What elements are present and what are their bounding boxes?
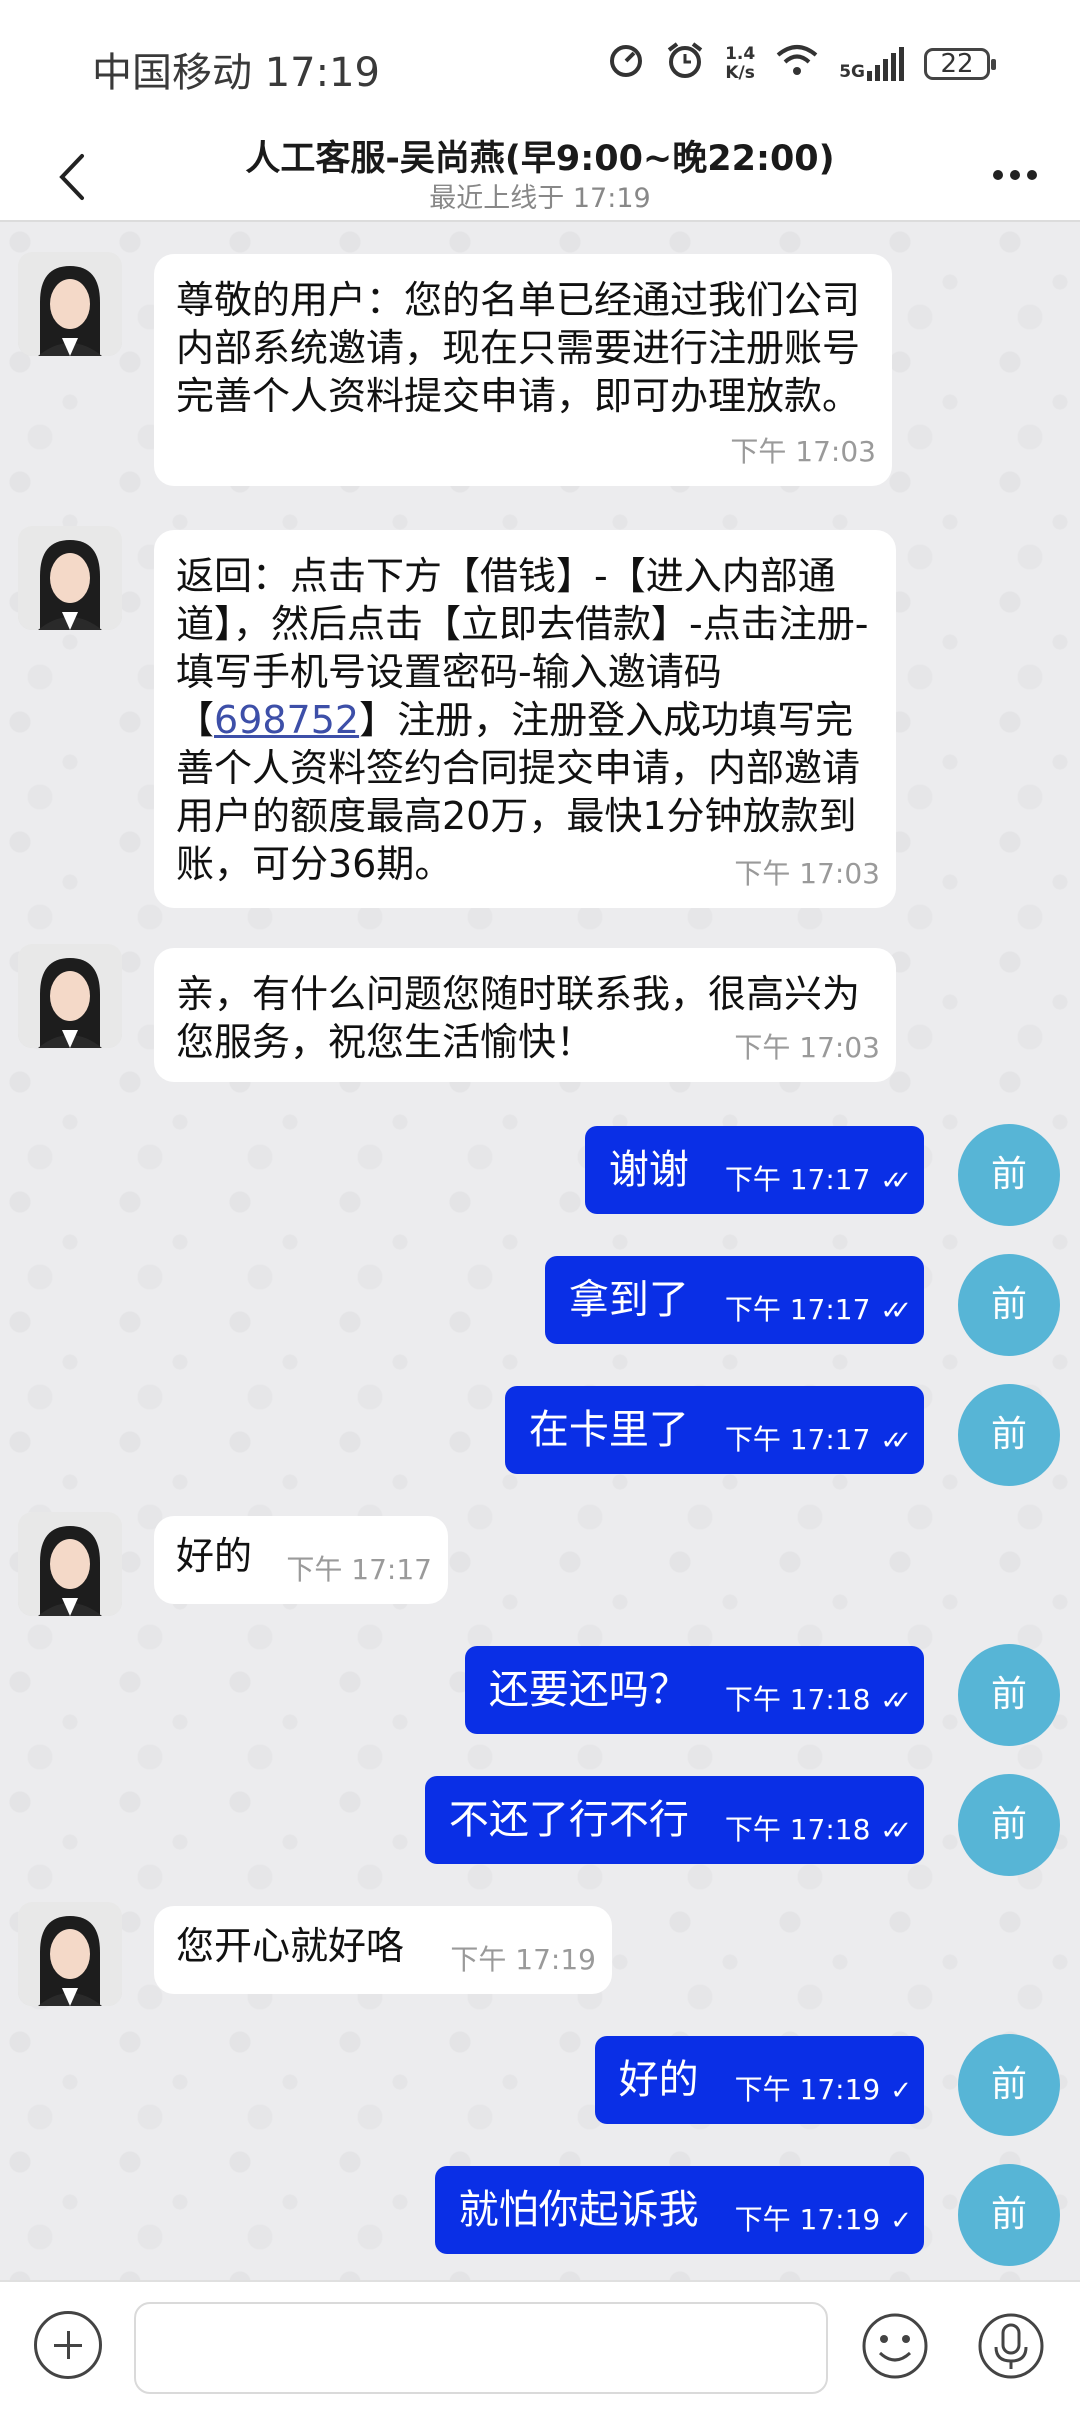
agent-avatar[interactable] — [18, 526, 122, 630]
time-text: 下午 17:18 — [724, 1683, 871, 1716]
time-text: 下午 17:17 — [724, 1423, 871, 1456]
message-text: 不还了行不行 — [448, 1797, 689, 1843]
single-check-icon: ✓ — [890, 2076, 912, 2106]
chat-header: 人工客服-吴尚燕(早9:00~晚22:00) 最近上线于 17:19 — [0, 130, 1080, 222]
message-time: 下午 17:17 — [286, 1553, 432, 1586]
message-time: 下午 17:03 — [730, 435, 876, 468]
double-check-icon: ✓✓ — [880, 1426, 911, 1456]
message-text: 尊敬的用户：您的名单已经通过我们公司内部系统邀请，现在只需要进行注册账号完善个人… — [176, 278, 861, 418]
message-time: 下午 17:17 ✓✓ — [724, 1266, 912, 1355]
message-text: 好的 — [618, 2057, 699, 2103]
self-avatar[interactable]: 前 — [958, 1124, 1060, 1226]
outgoing-message[interactable]: 不还了行不行 下午 17:18 ✓✓ — [424, 1776, 924, 1864]
message-text: 返回：点击下方【借钱】-【进入内部通道】，然后点击【立即去借款】-点击注册-填写… — [176, 552, 874, 888]
incoming-message[interactable]: 您开心就好咯 下午 17:19 — [154, 1906, 612, 1994]
agent-avatar[interactable] — [18, 252, 122, 356]
message-time: 下午 17:03 — [734, 1031, 880, 1064]
cellular-signal: 5G — [839, 47, 904, 81]
message-time: 下午 17:18 ✓✓ — [724, 1656, 912, 1745]
incoming-message[interactable]: 尊敬的用户：您的名单已经通过我们公司内部系统邀请，现在只需要进行注册账号完善个人… — [154, 254, 892, 486]
self-avatar[interactable]: 前 — [958, 2164, 1060, 2266]
message-text: 就怕你起诉我 — [458, 2187, 699, 2233]
self-avatar[interactable]: 前 — [958, 1774, 1060, 1876]
microphone-icon[interactable] — [976, 2311, 1046, 2381]
time-text: 下午 17:17 — [724, 1163, 871, 1196]
signal-bars-icon — [867, 47, 904, 81]
message-time: 下午 17:19 — [450, 1943, 596, 1976]
time-text: 下午 17:17 — [724, 1293, 871, 1326]
agent-avatar[interactable] — [18, 1512, 122, 1616]
wifi-icon — [775, 42, 819, 86]
double-check-icon: ✓✓ — [880, 1816, 911, 1846]
double-check-icon: ✓✓ — [880, 1166, 911, 1196]
double-check-icon: ✓✓ — [880, 1686, 911, 1716]
incoming-message[interactable]: 返回：点击下方【借钱】-【进入内部通道】，然后点击【立即去借款】-点击注册-填写… — [154, 530, 896, 908]
incoming-message[interactable]: 亲，有什么问题您随时联系我，很高兴为您服务，祝您生活愉快！ 下午 17:03 — [154, 948, 896, 1082]
outgoing-message[interactable]: 在卡里了 下午 17:17 ✓✓ — [504, 1386, 924, 1474]
time-text: 下午 17:19 — [734, 2073, 881, 2106]
invite-code-link[interactable]: 698752 — [214, 698, 359, 742]
alarm-clock-icon — [665, 40, 705, 89]
outgoing-message[interactable]: 还要还吗？ 下午 17:18 ✓✓ — [464, 1646, 924, 1734]
net-speed-value: 1.4 — [725, 44, 756, 64]
self-avatar[interactable]: 前 — [958, 1384, 1060, 1486]
incoming-message[interactable]: 好的 下午 17:17 — [154, 1516, 448, 1604]
self-avatar[interactable]: 前 — [958, 2034, 1060, 2136]
message-time: 下午 17:17 ✓✓ — [724, 1396, 912, 1485]
message-text: 拿到了 — [568, 1277, 689, 1323]
message-time: 下午 17:03 — [734, 857, 880, 890]
time-text: 下午 17:19 — [734, 2203, 881, 2236]
self-avatar[interactable]: 前 — [958, 1254, 1060, 1356]
network-speed: 1.4 K/s — [725, 45, 755, 83]
message-text: 谢谢 — [608, 1147, 689, 1193]
carrier-name: 中国移动 — [92, 50, 252, 96]
message-time: 下午 17:18 ✓✓ — [724, 1786, 912, 1875]
single-check-icon: ✓ — [890, 2206, 912, 2236]
agent-avatar[interactable] — [18, 944, 122, 1048]
self-avatar[interactable]: 前 — [958, 1644, 1060, 1746]
emoji-icon[interactable] — [860, 2311, 930, 2381]
speedometer-icon — [607, 41, 645, 88]
clock: 17:19 — [264, 50, 380, 96]
message-input[interactable] — [134, 2302, 828, 2394]
more-options-icon[interactable] — [990, 160, 1040, 190]
message-text: 还要还吗？ — [488, 1667, 689, 1713]
double-check-icon: ✓✓ — [880, 1296, 911, 1326]
message-time: 下午 17:19 ✓ — [734, 2046, 912, 2135]
composer-bar — [0, 2280, 1080, 2414]
outgoing-message[interactable]: 拿到了 下午 17:17 ✓✓ — [544, 1256, 924, 1344]
message-text: 在卡里了 — [528, 1407, 689, 1453]
chat-title: 人工客服-吴尚燕(早9:00~晚22:00) — [245, 139, 835, 179]
battery-icon: 22 — [924, 48, 996, 80]
status-carrier-time: 中国移动 17:19 — [92, 40, 380, 98]
outgoing-message[interactable]: 好的 下午 17:19 ✓ — [594, 2036, 924, 2124]
agent-avatar[interactable] — [18, 1902, 122, 2006]
message-time: 下午 17:17 ✓✓ — [724, 1136, 912, 1225]
network-type: 5G — [839, 62, 865, 82]
outgoing-message[interactable]: 谢谢 下午 17:17 ✓✓ — [584, 1126, 924, 1214]
outgoing-message[interactable]: 就怕你起诉我 下午 17:19 ✓ — [434, 2166, 924, 2254]
time-text: 下午 17:18 — [724, 1813, 871, 1846]
battery-level: 22 — [940, 49, 974, 79]
message-time: 下午 17:19 ✓ — [734, 2176, 912, 2265]
net-speed-unit: K/s — [725, 63, 755, 83]
last-seen: 最近上线于 17:19 — [429, 183, 651, 214]
status-bar: 中国移动 17:19 1.4 K/s 5G 22 — [0, 0, 1080, 130]
status-icons: 1.4 K/s 5G 22 — [607, 40, 996, 89]
add-attachment-button[interactable] — [34, 2311, 102, 2379]
